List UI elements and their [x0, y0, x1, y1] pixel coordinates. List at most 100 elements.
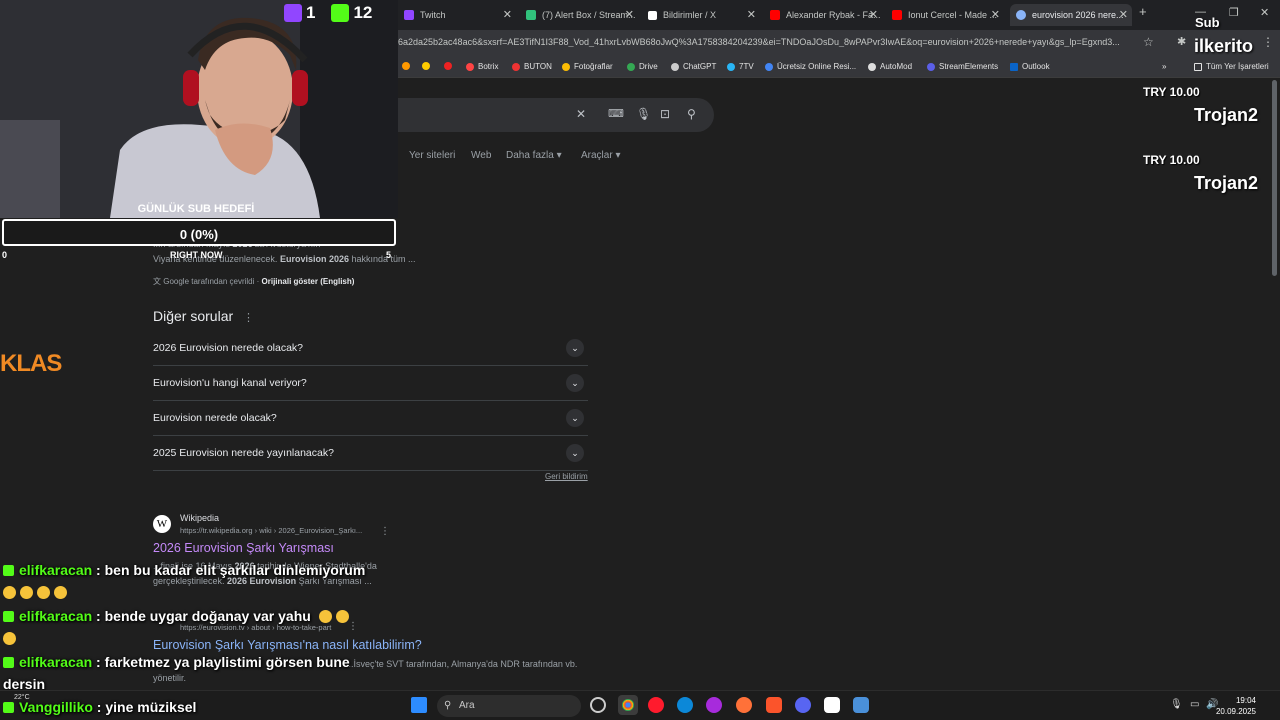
alert-name: Trojan2 [1194, 173, 1259, 193]
grin-emoji-icon [20, 586, 33, 599]
bookmark-label: AutoMod [880, 62, 913, 71]
more-options-icon[interactable]: ⋮ [243, 312, 254, 324]
edge-icon[interactable] [677, 697, 693, 713]
tab-alert-box[interactable]: (7) Alert Box / Stream... ✕ [520, 4, 638, 26]
close-icon[interactable]: ✕ [1119, 8, 1128, 21]
grin-emoji-icon [54, 586, 67, 599]
windows-start-icon[interactable] [411, 697, 427, 713]
tab-youtube-cercel[interactable]: Ionut Cercel - Made ... ✕ [886, 4, 1004, 26]
photos-icon [562, 62, 570, 71]
chat-message: elifkaracan : farketmez ya playlistimi g… [3, 654, 350, 670]
tab-more[interactable]: Daha fazla ▾ [506, 150, 562, 161]
chevron-down-icon[interactable]: ⌄ [566, 374, 584, 392]
chrome-logo-icon [622, 699, 634, 711]
tab-label: eurovision 2026 nere... [1032, 10, 1124, 20]
url-field[interactable]: 6a2da25b2ac48ac6&sxsrf=AE3TifN1I3F88_Vod… [398, 37, 1138, 47]
chat-username: elifkaracan [19, 608, 93, 624]
microphone-icon[interactable]: 🎙 [1170, 699, 1183, 710]
question-row[interactable]: 2026 Eurovision nerede olacak? ⌄ [153, 331, 588, 366]
question-row[interactable]: Eurovision nerede olacak? ⌄ [153, 401, 588, 436]
bookmark-7tv[interactable]: 7TV [727, 62, 754, 71]
search-input[interactable]: ✕ ⌨ 🎙 ⊡ ⚲ [380, 98, 714, 132]
taskbar-search[interactable]: ⚲ Ara [437, 695, 581, 717]
chevron-down-icon[interactable]: ⌄ [566, 409, 584, 427]
bookmark-outlook[interactable]: Outlook [1010, 62, 1050, 71]
opera-icon[interactable] [648, 697, 664, 713]
taskbar-clock[interactable]: 19:04 20.09.2025 [1216, 695, 1256, 717]
brave-icon[interactable] [766, 697, 782, 713]
automod-icon [868, 62, 876, 71]
question-row[interactable]: 2025 Eurovision nerede yayınlanacak? ⌄ [153, 436, 588, 471]
twitch-icon [404, 10, 414, 20]
bookmark-automod[interactable]: AutoMod [868, 62, 912, 71]
result-url[interactable]: https://tr.wikipedia.org › wiki › 2026_E… [180, 526, 362, 535]
obs-icon[interactable] [824, 697, 840, 713]
firefox-icon[interactable] [736, 697, 752, 713]
bookmark-chatgpt[interactable]: ChatGPT [671, 62, 716, 71]
bookmark-buton[interactable]: BUTON [512, 62, 552, 71]
result-title-link[interactable]: 2026 Eurovision Şarkı Yarışması [153, 541, 334, 555]
twitch-icon [284, 4, 302, 22]
chat-text: yine müziksel [105, 699, 197, 715]
question-row[interactable]: Eurovision'u hangi kanal veriyor? ⌄ [153, 366, 588, 401]
monitor-icon[interactable]: ▭ [1190, 699, 1199, 710]
bookmark-icon-only[interactable] [444, 62, 456, 70]
tab-label: Alexander Rybak - Fa... [786, 10, 881, 20]
sub-goal-title: GÜNLÜK SUB HEDEFİ [137, 203, 255, 215]
lens-icon[interactable]: ⊡ [660, 107, 670, 121]
bookmark-resize[interactable]: Ücretsiz Online Resi... [765, 62, 856, 71]
close-icon[interactable]: ✕ [625, 8, 634, 21]
klas-logo: KLAS [0, 350, 62, 377]
tab-twitch[interactable]: Twitch ✕ [398, 4, 516, 26]
settings-app-icon[interactable] [853, 697, 869, 713]
clock-date: 20.09.2025 [1215, 707, 1256, 716]
bookmark-drive[interactable]: Drive [627, 62, 658, 71]
bookmark-photos[interactable]: Fotoğraflar [562, 62, 613, 71]
discord-icon[interactable] [795, 697, 811, 713]
chat-message: Vanggilliko : yine müziksel [3, 699, 196, 715]
bookmark-icon-only[interactable] [422, 62, 434, 70]
tab-tools-label: Araçlar [581, 150, 613, 161]
tab-tools[interactable]: Araçlar ▾ [581, 150, 621, 161]
rofl-emoji-icon [3, 632, 16, 645]
alert-price: TRY 10.00 [1143, 85, 1200, 99]
bookmark-label: Drive [639, 62, 658, 71]
chevron-down-icon[interactable]: ⌄ [566, 444, 584, 462]
app-icon[interactable] [706, 697, 722, 713]
tab-google-search[interactable]: eurovision 2026 nere... ✕ [1010, 4, 1132, 26]
youtube-icon [892, 10, 902, 20]
question-text: 2026 Eurovision nerede olacak? [153, 342, 304, 354]
show-original-link[interactable]: Orijinali göster (English) [262, 277, 355, 286]
chat-username: elifkaracan [19, 562, 93, 578]
close-icon[interactable]: ✕ [869, 8, 878, 21]
chat-username: Vanggilliko [19, 699, 93, 715]
keyboard-icon[interactable]: ⌨ [608, 107, 624, 120]
chat-emotes [3, 630, 20, 646]
task-view-icon[interactable] [590, 697, 606, 713]
close-icon[interactable]: ✕ [503, 8, 512, 21]
tab-sites[interactable]: Yer siteleri [409, 150, 455, 161]
clear-icon[interactable]: ✕ [576, 107, 586, 121]
bookmark-botrix[interactable]: Botrix [466, 62, 498, 71]
x-icon [648, 10, 657, 20]
bookmark-icon-only[interactable] [402, 62, 414, 70]
question-text: Eurovision'u hangi kanal veriyor? [153, 377, 307, 389]
7tv-icon [727, 62, 735, 71]
tab-web[interactable]: Web [471, 150, 491, 161]
search-icon[interactable]: ⚲ [687, 107, 696, 121]
close-icon[interactable]: ✕ [991, 8, 1000, 21]
tab-x-notifications[interactable]: Bildirimler / X ✕ [642, 4, 760, 26]
microphone-icon[interactable]: 🎙 [636, 107, 651, 121]
more-options-icon[interactable]: ⋮ [380, 526, 390, 537]
result-url[interactable]: https://eurovision.tv › about › how-to-t… [180, 623, 331, 632]
webcam-feed [0, 0, 398, 218]
close-icon[interactable]: ✕ [747, 8, 756, 21]
tab-youtube-rybak[interactable]: Alexander Rybak - Fa... ✕ [764, 4, 882, 26]
sub-goal-now: RIGHT NOW [170, 250, 223, 260]
result-title-link[interactable]: Eurovision Şarkı Yarışması'na nasıl katı… [153, 638, 422, 652]
kick-icon [331, 4, 350, 22]
chevron-down-icon[interactable]: ⌄ [566, 339, 584, 357]
google-icon [1016, 10, 1026, 20]
feedback-link[interactable]: Geri bildirim [545, 472, 588, 481]
bookmark-streamelements[interactable]: StreamElements [927, 62, 998, 71]
